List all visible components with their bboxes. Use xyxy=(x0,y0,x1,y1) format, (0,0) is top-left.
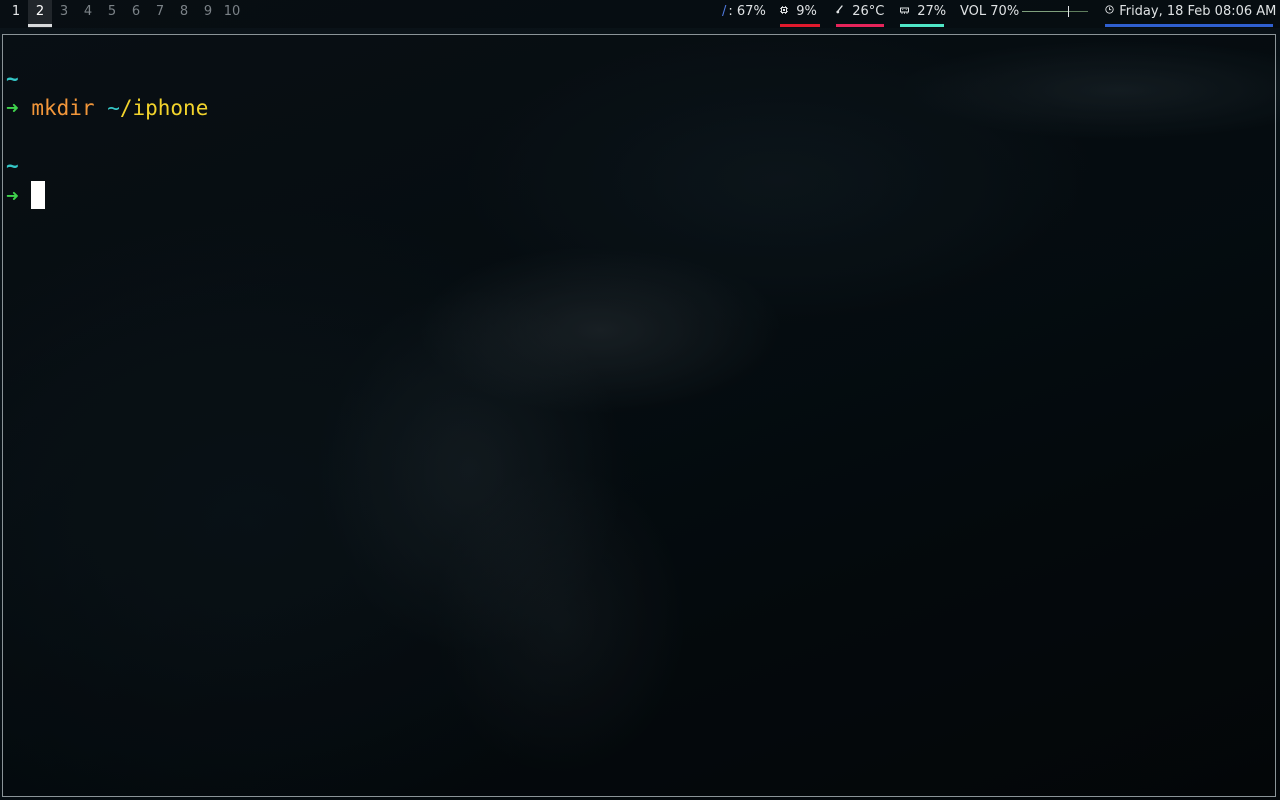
desktop-wallpaper: 1 2 3 4 5 6 7 8 9 10 /: 67% 9% 26°C 27% … xyxy=(0,0,1280,800)
memory-underline xyxy=(900,24,944,27)
prompt-cwd-line: ~ xyxy=(6,65,208,94)
temperature-module: 26°C xyxy=(836,0,884,28)
workspace-4-button[interactable]: 4 xyxy=(76,0,100,28)
workspace-6-button[interactable]: 6 xyxy=(124,0,148,28)
terminal-window[interactable]: ~ ➜ mkdir ~/iphone ~ ➜ xyxy=(2,34,1276,797)
disk-icon: / xyxy=(722,4,727,19)
memory-module: 27% xyxy=(900,0,947,28)
memory-icon xyxy=(900,6,912,17)
command-arg-home: ~ xyxy=(107,96,120,120)
disk-usage-value: : 67% xyxy=(728,4,766,19)
date-time-underline xyxy=(1105,24,1273,27)
volume-slider-knob[interactable] xyxy=(1068,6,1069,17)
terminal-output[interactable]: ~ ➜ mkdir ~/iphone ~ ➜ xyxy=(6,65,208,210)
volume-label: VOL 70% xyxy=(960,4,1020,19)
cpu-module: 9% xyxy=(780,0,820,28)
volume-slider[interactable] xyxy=(1022,6,1088,17)
workspace-3-button[interactable]: 3 xyxy=(52,0,76,28)
temperature-underline xyxy=(836,24,884,27)
volume-module[interactable]: VOL 70% xyxy=(960,0,1090,28)
prompt-arrow: ➜ xyxy=(6,96,19,120)
prompt-cwd-line: ~ xyxy=(6,152,208,181)
prompt-cwd: ~ xyxy=(6,67,19,91)
workspace-5-button[interactable]: 5 xyxy=(100,0,124,28)
command-arg-path: /iphone xyxy=(119,96,209,120)
command-name: mkdir xyxy=(31,96,95,120)
cpu-usage-value: 9% xyxy=(796,4,817,19)
cpu-underline xyxy=(780,24,820,27)
prompt-cwd: ~ xyxy=(6,154,19,178)
workspace-9-button[interactable]: 9 xyxy=(196,0,220,28)
workspace-switcher: 1 2 3 4 5 6 7 8 9 10 xyxy=(4,0,244,28)
workspace-1-button[interactable]: 1 xyxy=(4,0,28,28)
clock-icon xyxy=(1105,5,1117,17)
input-line[interactable]: ➜ xyxy=(6,181,208,210)
command-line: ➜ mkdir ~/iphone xyxy=(6,94,208,123)
temperature-value: 26°C xyxy=(852,4,885,19)
date-time-module: Friday, 18 Feb 08:06 AM xyxy=(1105,0,1277,28)
status-bar: 1 2 3 4 5 6 7 8 9 10 /: 67% 9% 26°C 27% … xyxy=(0,0,1280,28)
volume-slider-fill xyxy=(1022,11,1068,12)
workspace-2-button[interactable]: 2 xyxy=(28,0,52,28)
text-cursor xyxy=(31,181,46,209)
workspace-10-button[interactable]: 10 xyxy=(220,0,244,28)
workspace-7-button[interactable]: 7 xyxy=(148,0,172,28)
cpu-icon xyxy=(780,6,791,17)
thermometer-icon xyxy=(836,5,847,17)
workspace-8-button[interactable]: 8 xyxy=(172,0,196,28)
date-time-value: Friday, 18 Feb 08:06 AM xyxy=(1119,4,1277,19)
prompt-arrow: ➜ xyxy=(6,184,19,208)
disk-usage-module: /: 67% xyxy=(722,0,766,28)
memory-usage-value: 27% xyxy=(917,4,947,19)
